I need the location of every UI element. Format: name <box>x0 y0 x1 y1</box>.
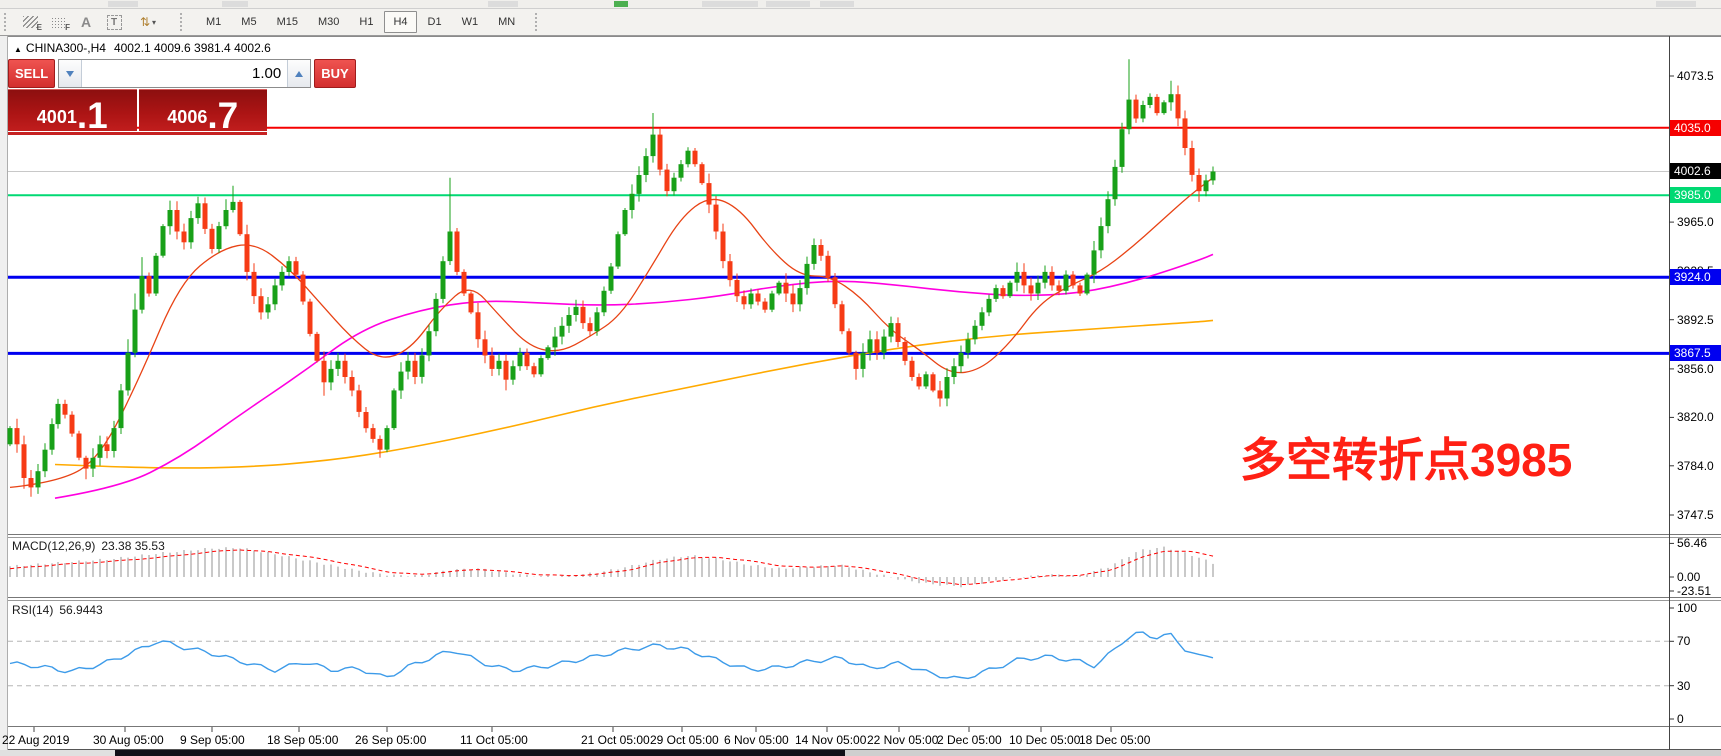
sell-price[interactable]: 4001.1 <box>8 89 137 131</box>
ma_slow-line <box>55 320 1213 468</box>
volume-stepper <box>58 59 311 88</box>
one-click-trading-panel: SELL BUY 4001.1 4006.7 <box>8 59 267 135</box>
buy-price-big: .7 <box>207 101 238 131</box>
buy-price[interactable]: 4006.7 <box>139 89 268 131</box>
ohlc-values: 4002.1 4009.6 3981.4 4002.6 <box>114 41 271 55</box>
volume-input[interactable] <box>82 60 287 87</box>
symbol-timeframe: CHINA300-,H4 <box>26 41 106 55</box>
volume-increase-button[interactable] <box>287 60 310 87</box>
chart-title: ▲ CHINA300-,H4 4002.1 4009.6 3981.4 4002.6 <box>14 41 271 55</box>
rsi-line <box>10 632 1213 678</box>
volume-decrease-button[interactable] <box>59 60 82 87</box>
buy-price-small: 4006 <box>167 108 207 126</box>
macd-indicator-label: MACD(12,26,9)23.38 35.53 <box>12 539 171 553</box>
triangle-down-icon <box>66 71 74 77</box>
sell-button[interactable]: SELL <box>8 59 55 88</box>
buy-button[interactable]: BUY <box>314 59 355 88</box>
rsi-indicator-label: RSI(14)56.9443 <box>12 603 109 617</box>
chart-text-annotation: 多空转折点3985 <box>1240 424 1572 490</box>
triangle-up-icon <box>295 71 303 77</box>
sell-price-big: .1 <box>77 101 108 131</box>
collapse-triangle-icon: ▲ <box>14 45 22 54</box>
sell-price-small: 4001 <box>37 108 77 126</box>
